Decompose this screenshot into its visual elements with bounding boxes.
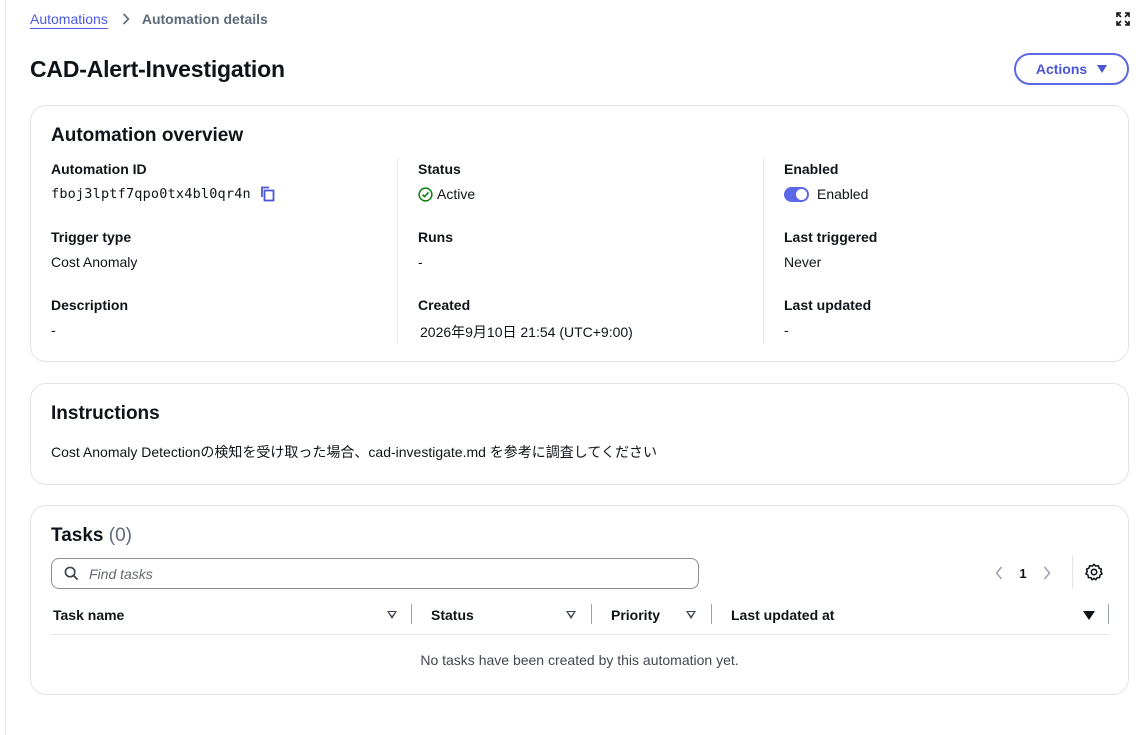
search-input[interactable]	[87, 564, 647, 583]
check-circle-icon	[418, 186, 433, 202]
previous-page-icon[interactable]	[989, 561, 1009, 585]
breadcrumb: Automations Automation details	[30, 11, 268, 27]
enabled-field: Enabled Enabled	[784, 161, 868, 202]
runs-label: Runs	[418, 229, 453, 245]
runs-field: Runs -	[418, 229, 453, 270]
column-header-status[interactable]: Status	[431, 602, 581, 628]
created-value: 2026年9月10日 21:54 (UTC+9:00)	[420, 324, 633, 340]
description-field: Description -	[51, 297, 128, 338]
search-icon	[64, 566, 79, 581]
last-triggered-label: Last triggered	[784, 229, 878, 245]
actions-label: Actions	[1035, 61, 1088, 77]
enabled-label: Enabled	[784, 161, 839, 177]
overview-title: Automation overview	[51, 125, 244, 146]
pagination: 1	[989, 561, 1057, 585]
column-label-priority: Priority	[611, 607, 661, 623]
description-value: -	[51, 322, 56, 338]
gear-icon[interactable]	[1085, 563, 1103, 581]
column-label-last-updated: Last updated at	[731, 607, 835, 623]
tasks-card: Tasks (0) 1 Task name Status	[30, 505, 1129, 695]
column-header-priority[interactable]: Priority	[611, 602, 721, 628]
sort-icon	[387, 611, 397, 619]
description-label: Description	[51, 297, 129, 313]
pagination-divider	[1072, 555, 1073, 589]
instructions-title: Instructions	[51, 403, 160, 424]
status-field: Status Active	[418, 161, 475, 202]
last-triggered-field: Last triggered Never	[784, 229, 877, 270]
page-title: CAD-Alert-Investigation	[30, 56, 285, 82]
runs-value: -	[418, 254, 423, 270]
tasks-table-header: Task name Status Priority Last updated a…	[51, 602, 1109, 635]
page-number[interactable]: 1	[1015, 566, 1031, 581]
automation-id-label: Automation ID	[51, 161, 147, 177]
instructions-text: Cost Anomaly Detectionの検知を受け取った場合、cad-in…	[51, 444, 657, 460]
column-divider	[411, 604, 412, 624]
left-border	[5, 0, 6, 735]
automation-id-field: Automation ID fboj3lptf7qpo0tx4bl0qr4n	[51, 161, 275, 202]
tasks-heading: Tasks (0)	[51, 525, 132, 547]
chevron-right-icon	[122, 13, 130, 25]
breadcrumb-automations-link[interactable]: Automations	[30, 11, 108, 27]
instructions-card: Instructions Cost Anomaly Detectionの検知を受…	[30, 383, 1129, 485]
enabled-toggle[interactable]	[784, 186, 809, 202]
status-value: Active	[437, 186, 476, 202]
status-label: Status	[418, 161, 461, 177]
tasks-count: (0)	[108, 525, 132, 546]
trigger-type-field: Trigger type Cost Anomaly	[51, 229, 137, 270]
last-triggered-value: Never	[784, 254, 822, 270]
column-divider	[711, 604, 712, 624]
fullscreen-icon[interactable]	[1116, 12, 1130, 26]
last-updated-label: Last updated	[784, 297, 872, 313]
column-divider	[1108, 604, 1109, 624]
created-field: Created 2026年9月10日 21:54 (UTC+9:00)	[418, 297, 633, 342]
copy-icon[interactable]	[259, 186, 275, 202]
column-divider	[763, 158, 764, 344]
next-page-icon[interactable]	[1037, 561, 1057, 585]
tasks-title: Tasks	[51, 525, 104, 546]
caret-down-icon	[1097, 65, 1108, 73]
empty-state-message: No tasks have been created by this autom…	[420, 652, 739, 668]
last-updated-field: Last updated -	[784, 297, 871, 338]
actions-dropdown-button[interactable]: Actions	[1014, 53, 1129, 85]
last-updated-value: -	[784, 322, 789, 338]
breadcrumb-current: Automation details	[141, 11, 268, 27]
sort-icon	[686, 611, 696, 619]
trigger-type-value: Cost Anomaly	[51, 254, 138, 270]
column-header-last-updated[interactable]: Last updated at	[731, 602, 1101, 628]
task-search[interactable]	[51, 558, 699, 589]
sort-descending-icon	[1083, 611, 1095, 620]
automation-overview-card: Automation overview Automation ID fboj3l…	[30, 105, 1129, 362]
trigger-type-label: Trigger type	[51, 229, 132, 245]
column-label-task-name: Task name	[53, 607, 125, 623]
sort-icon	[566, 611, 576, 619]
created-label: Created	[418, 297, 471, 313]
enabled-value: Enabled	[817, 186, 869, 202]
column-divider	[591, 604, 592, 624]
column-label-status: Status	[431, 607, 474, 623]
column-header-task-name[interactable]: Task name	[53, 602, 401, 628]
column-divider	[397, 158, 398, 344]
automation-id-value: fboj3lptf7qpo0tx4bl0qr4n	[51, 186, 251, 202]
